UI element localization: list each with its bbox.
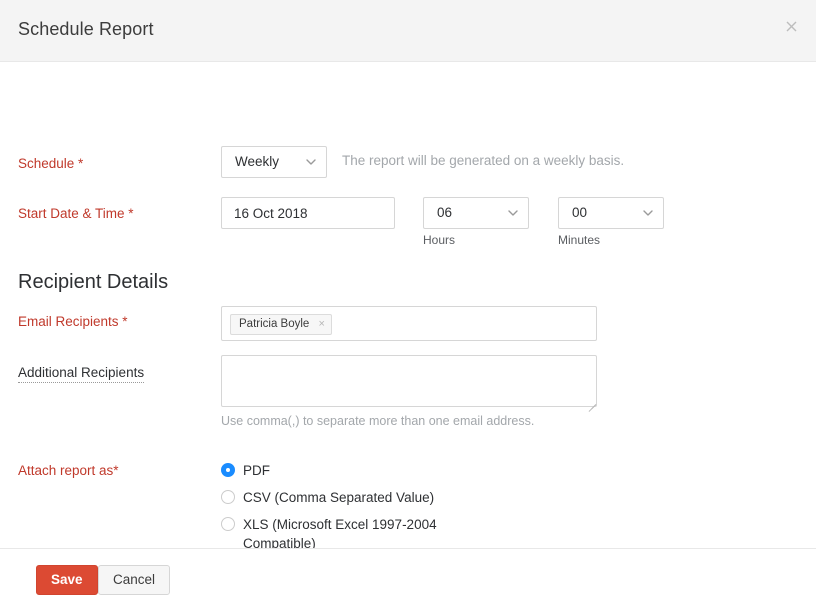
start-hours-caption: Hours (423, 233, 456, 247)
additional-recipients-hint: Use comma(,) to separate more than one e… (221, 414, 535, 428)
chevron-down-icon (306, 159, 316, 168)
recipient-chip-label: Patricia Boyle (239, 318, 310, 330)
close-icon[interactable] (781, 18, 801, 38)
start-hours-select[interactable]: 06 (423, 197, 529, 229)
schedule-helper-text: The report will be generated on a weekly… (342, 153, 625, 168)
radio-pdf-input[interactable] (221, 463, 235, 477)
chip-remove-icon[interactable]: × (319, 315, 325, 334)
schedule-label: Schedule * (18, 156, 84, 171)
radio-xls-input[interactable] (221, 517, 235, 531)
radio-xls-label[interactable]: XLS (Microsoft Excel 1997-2004 Compatibl… (243, 515, 473, 549)
start-minutes-caption: Minutes (558, 233, 601, 247)
start-minutes-select[interactable]: 00 (558, 197, 664, 229)
dialog-footer: Save Cancel (0, 548, 816, 611)
schedule-report-dialog: Schedule Report Schedule * Weekly The re… (0, 0, 816, 611)
schedule-frequency-value: Weekly (235, 154, 280, 169)
start-hours-value: 06 (437, 205, 453, 220)
radio-csv-label[interactable]: CSV (Comma Separated Value) (243, 488, 473, 507)
chevron-down-icon (508, 210, 518, 219)
radio-csv-input[interactable] (221, 490, 235, 504)
recipient-details-heading: Recipient Details (18, 271, 169, 293)
start-minutes-value: 00 (572, 205, 588, 220)
schedule-frequency-select[interactable]: Weekly (221, 146, 327, 178)
cancel-button[interactable]: Cancel (98, 565, 171, 595)
save-button[interactable]: Save (36, 565, 98, 595)
email-recipients-field[interactable]: Patricia Boyle × (221, 306, 597, 341)
dialog-body: Schedule * Weekly The report will be gen… (0, 62, 816, 549)
additional-recipients-label: Additional Recipients (18, 365, 145, 383)
start-datetime-label: Start Date & Time * (18, 206, 134, 221)
radio-pdf-label[interactable]: PDF (243, 461, 473, 480)
dialog-header: Schedule Report (0, 0, 816, 62)
start-date-input[interactable] (221, 197, 395, 229)
page-title: Schedule Report (18, 19, 154, 39)
recipient-chip[interactable]: Patricia Boyle × (230, 314, 332, 335)
additional-recipients-textarea[interactable] (221, 355, 597, 407)
email-recipients-label: Email Recipients * (18, 314, 128, 329)
attach-report-label: Attach report as* (18, 463, 119, 478)
chevron-down-icon (643, 210, 653, 219)
